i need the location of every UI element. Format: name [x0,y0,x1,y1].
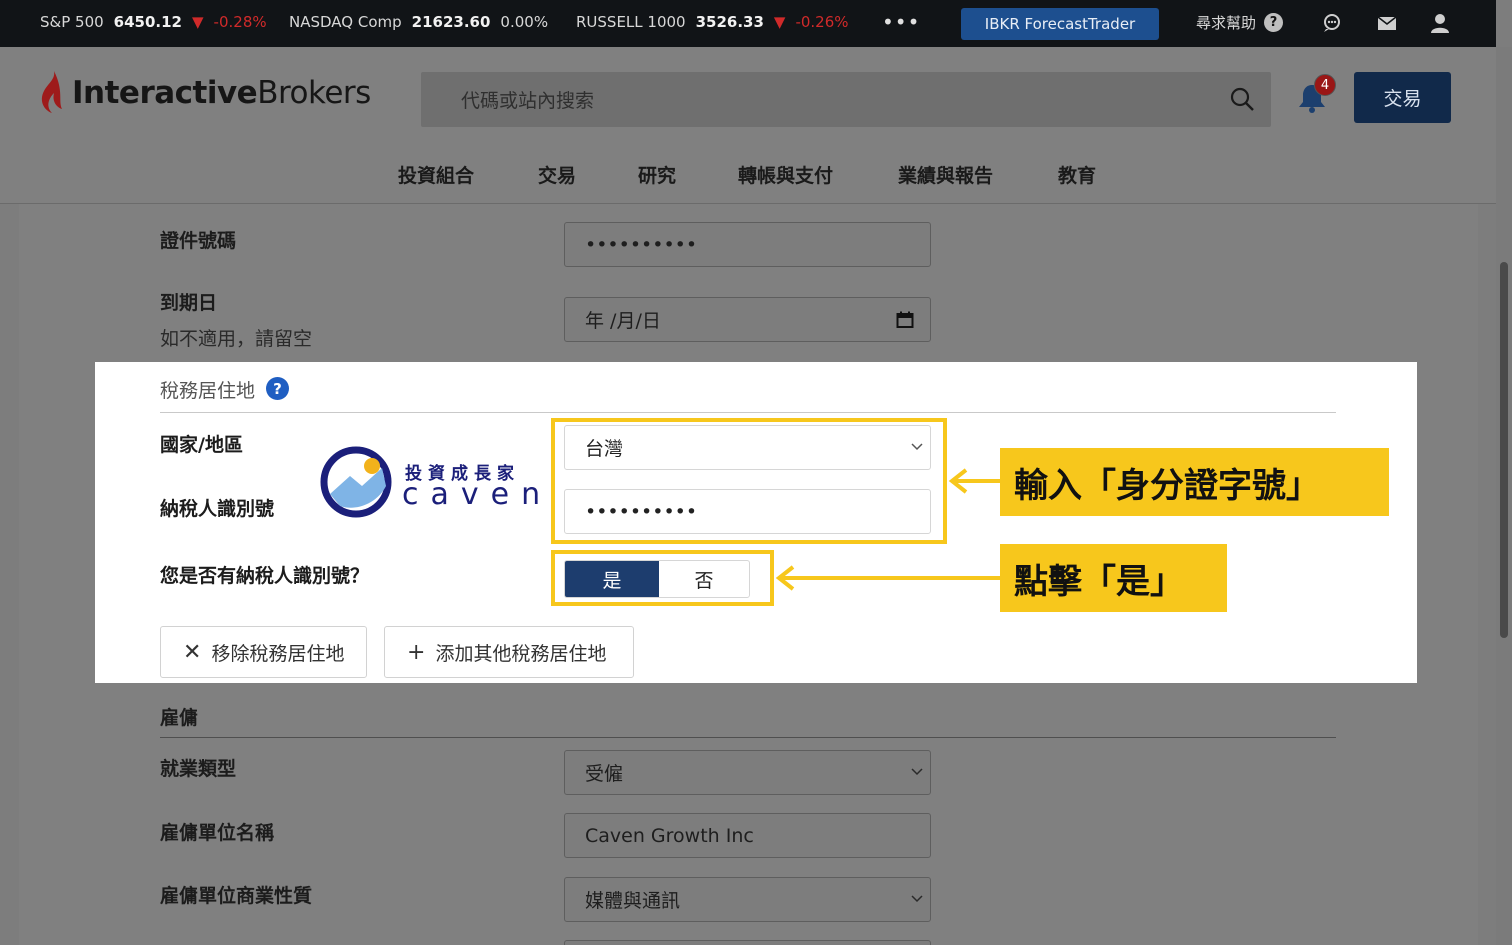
close-icon: ✕ [183,639,202,665]
trade-button[interactable]: 交易 [1354,72,1451,123]
ticker-name: NASDAQ Comp [289,13,402,31]
down-arrow-icon: ▼ [773,13,786,31]
remove-label: 移除稅務居住地 [211,642,345,665]
highlight-box-yes [551,550,774,606]
highlight-box-tin [551,418,947,544]
forecasttrader-button[interactable]: IBKR ForecastTrader [961,8,1159,40]
ticker-value: 3526.33 [695,13,764,31]
arrow-left-icon [948,468,1004,494]
arrow-left-icon [775,565,1004,591]
callout-tin: 輸入「身分證字號」 [1000,448,1389,516]
section-divider [160,412,1336,413]
employment-type-select[interactable]: 受僱 [564,750,931,795]
logo-wordmark: InteractiveBrokers [72,75,371,111]
chevron-down-icon [911,768,923,776]
employer-business-value: 媒體與通訊 [585,890,681,912]
help-link[interactable]: 尋求幫助 ? [1196,12,1284,33]
add-label: 添加其他稅務居住地 [435,642,607,665]
main-nav: 投資組合 交易 研究 轉帳與支付 業績與報告 教育 [398,161,1118,188]
callout-yes: 點擊「是」 [1000,544,1227,612]
search-input[interactable]: 代碼或站內搜索 [421,72,1271,127]
tax-section-title: 稅務居住地 [160,380,256,402]
chat-icon[interactable] [1321,12,1343,34]
expiry-date-field[interactable]: 年 /月/日 [564,297,931,342]
more-icon[interactable]: ••• [882,10,920,34]
ticker-value: 21623.60 [411,13,491,31]
question-icon: ? [1264,13,1284,32]
down-arrow-icon: ▼ [192,13,204,31]
employer-business-select[interactable]: 媒體與通訊 [564,877,931,922]
market-ticker-bar: S&P 500 6450.12 ▼ -0.28% NASDAQ Comp 216… [0,0,1496,47]
ticker-item-russell[interactable]: RUSSELL 1000 3526.33 ▼ -0.26% [576,13,849,31]
expiry-label: 到期日 [160,292,218,314]
plus-icon: + [407,639,426,665]
id-number-label: 證件號碼 [160,230,237,252]
remove-tax-residency-button[interactable]: ✕ 移除稅務居住地 [160,626,367,678]
ticker-value: 6450.12 [113,13,182,31]
help-icon[interactable]: ? [266,377,289,400]
section-divider [160,737,1336,738]
search-placeholder: 代碼或站內搜索 [461,90,595,112]
next-field-partial[interactable] [564,940,931,945]
id-number-field[interactable]: •••••••••• [564,222,931,267]
nav-item-transfer-pay[interactable]: 轉帳與支付 [738,161,898,188]
chevron-down-icon [911,895,923,903]
has-tin-question: 您是否有納稅人識別號？ [160,565,370,587]
expiry-date-value: 年 /月/日 [585,310,661,332]
flame-logo-icon [41,71,62,113]
nav-item-portfolio[interactable]: 投資組合 [398,161,538,188]
ticker-item-sp500[interactable]: S&P 500 6450.12 ▼ -0.28% [40,13,267,31]
employment-type-value: 受僱 [585,763,624,785]
calendar-icon[interactable] [896,311,914,329]
ticker-name: S&P 500 [40,13,104,31]
nav-item-performance-reports[interactable]: 業績與報告 [898,161,1058,188]
ib-logo[interactable]: InteractiveBrokers [40,71,371,115]
notification-badge: 4 [1314,74,1336,96]
employment-type-label: 就業類型 [160,758,237,780]
search-icon[interactable] [1229,86,1255,112]
ticker-name: RUSSELL 1000 [576,13,686,31]
ticker-item-nasdaq[interactable]: NASDAQ Comp 21623.60 0.00% [289,13,548,31]
employer-name-label: 雇傭單位名稱 [160,822,275,844]
watermark-en: caven [402,477,553,512]
tin-label: 納稅人識別號 [160,498,275,520]
expiry-hint: 如不適用，請留空 [160,328,313,350]
nav-item-trade[interactable]: 交易 [538,161,638,188]
ticker-change: 0.00% [500,13,549,31]
help-label: 尋求幫助 [1196,14,1257,32]
nav-item-education[interactable]: 教育 [1058,161,1118,188]
ticker-change: -0.28% [213,13,267,31]
site-header: InteractiveBrokers 代碼或站內搜索 4 交易 投資組合 交易 … [0,47,1496,204]
employer-name-field[interactable]: Caven Growth Inc [564,813,931,858]
country-label: 國家/地區 [160,434,243,456]
add-tax-residency-button[interactable]: + 添加其他稅務居住地 [384,626,634,678]
user-icon[interactable] [1429,12,1451,34]
employer-business-label: 雇傭單位商業性質 [160,885,313,907]
scrollbar-thumb[interactable] [1500,262,1508,638]
employment-section-title: 雇傭 [160,707,199,729]
nav-item-research[interactable]: 研究 [638,161,738,188]
ticker-change: -0.26% [795,13,849,31]
mail-icon[interactable] [1376,12,1398,34]
